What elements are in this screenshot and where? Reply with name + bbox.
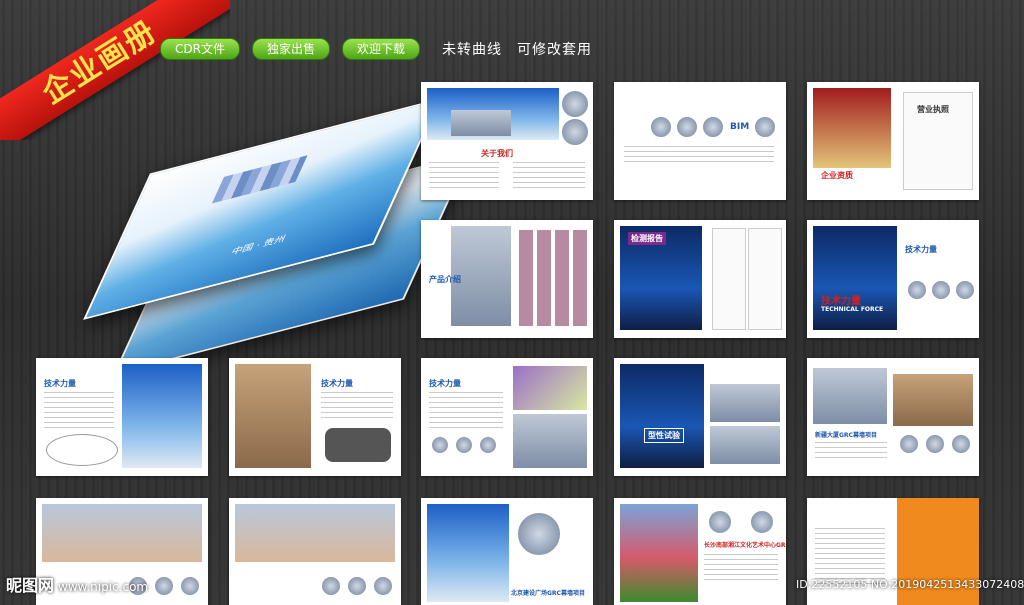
tag-row: CDR文件 独家出售 欢迎下载 未转曲线 可修改套用: [160, 38, 592, 60]
text-block: [321, 392, 393, 420]
page-bim: BIM: [614, 82, 786, 200]
qualification-heading: 企业资质: [821, 171, 853, 180]
photo-circle: [180, 576, 200, 596]
building-shape: [451, 110, 511, 136]
photo-circle: [561, 90, 589, 118]
watermark-id: ID:22552105 NO:20190425134330724081: [796, 578, 1024, 591]
photo-circle: [925, 434, 945, 454]
test-heading: 型性试验: [644, 428, 684, 443]
photo-circle: [907, 280, 927, 300]
photo-circle: [154, 576, 174, 596]
page-about: 关于我们: [421, 82, 593, 200]
avatar: [455, 436, 473, 454]
page-project-a: 新疆大厦GRC幕墙项目: [807, 358, 979, 476]
page-tech-force: 技术力量 TECHNICAL FORCE 技术力量: [807, 220, 979, 338]
photo-circle: [750, 510, 774, 534]
page-report: 检测报告: [614, 220, 786, 338]
page-tech-c: 技术力量: [421, 358, 593, 476]
lab-photo: [620, 364, 704, 468]
project-c-heading: 长沙南部湘江文化艺术中心GRC幕墙项目: [704, 542, 786, 549]
photo-circle: [676, 116, 698, 138]
garden-photo: [620, 504, 698, 602]
tech-c-heading: 技术力量: [429, 379, 461, 388]
mold-photo: [325, 428, 391, 462]
tech-a-heading: 技术力量: [44, 379, 76, 388]
watermark-brand: 昵图网: [6, 576, 55, 595]
page-products: 产品介绍: [421, 220, 593, 338]
license-title: 营业执照: [917, 105, 949, 114]
project-photo: [813, 368, 887, 424]
photo-circle: [708, 510, 732, 534]
engineer-photo: [235, 364, 311, 468]
trophy-photo: [813, 88, 891, 168]
process-diagram: [46, 434, 118, 466]
project-b-heading: 北京建设广场GRC幕墙项目: [511, 590, 585, 597]
complex-photo: [42, 504, 202, 562]
tech-force-en: TECHNICAL FORCE: [821, 306, 884, 313]
complex-photo: [235, 504, 395, 562]
page-test: 型性试验: [614, 358, 786, 476]
photo-circle: [931, 280, 951, 300]
photo-circle: [754, 116, 776, 138]
page-tech-b: 技术力量: [229, 358, 401, 476]
test-photo: [710, 384, 780, 422]
watermark-url: www.nipic.com: [58, 580, 149, 594]
page-row4-b: [229, 498, 401, 605]
tech-force-heading-2: 技术力量: [905, 245, 937, 254]
page-license: 企业资质 营业执照: [807, 82, 979, 200]
software-screenshot: [513, 366, 587, 410]
text-block: [704, 554, 778, 584]
watermark-logo: 昵图网 www.nipic.com: [6, 572, 148, 596]
products-heading: 产品介绍: [429, 275, 461, 284]
photo-circle: [702, 116, 724, 138]
globe-photo: [813, 226, 897, 330]
tag-exclusive: 独家出售: [251, 38, 330, 60]
page-tech-a: 技术力量: [36, 358, 208, 476]
tower-photo: [427, 504, 509, 602]
report-doc: [712, 228, 746, 330]
test-photo: [710, 426, 780, 464]
text-block: [513, 162, 585, 188]
avatar: [479, 436, 497, 454]
bim-label: BIM: [730, 122, 750, 132]
stadium-photo: [513, 414, 587, 468]
brochure-cover-mockup: 中国 · 贵州: [40, 92, 471, 375]
photo-circle: [899, 434, 919, 454]
project-a-heading: 新疆大厦GRC幕墙项目: [815, 432, 877, 439]
photo-circle: [347, 576, 367, 596]
pixelated-logo: [211, 155, 308, 204]
photo-circle: [650, 116, 672, 138]
product-grid: [519, 230, 587, 326]
project-photo: [893, 374, 973, 426]
tag-download: 欢迎下载: [341, 38, 420, 60]
text-block: [815, 442, 887, 462]
text-block: [429, 162, 499, 188]
report-doc: [748, 228, 782, 330]
report-heading: 检测报告: [628, 232, 666, 245]
photo-circle: [373, 576, 393, 596]
tech-force-heading: 技术力量: [821, 296, 861, 307]
text-block: [44, 392, 114, 428]
text-block: [429, 392, 503, 428]
avatar: [431, 436, 449, 454]
tag-cdr-file: CDR文件: [160, 38, 240, 60]
page-row4-c: 北京建设广场GRC幕墙项目: [421, 498, 593, 605]
building-photo: [122, 364, 202, 468]
page-row4-d: 长沙南部湘江文化艺术中心GRC幕墙项目: [614, 498, 786, 605]
text-block: [624, 146, 774, 164]
tagline: 未转曲线 可修改套用: [442, 42, 592, 58]
photo-circle: [955, 280, 975, 300]
photo-circle: [561, 118, 589, 146]
cover-subtitle: 中国 · 贵州: [229, 234, 287, 258]
photo-circle: [517, 512, 561, 556]
photo-circle: [321, 576, 341, 596]
about-heading: 关于我们: [481, 149, 513, 158]
photo-circle: [951, 434, 971, 454]
tech-b-heading: 技术力量: [321, 379, 353, 388]
